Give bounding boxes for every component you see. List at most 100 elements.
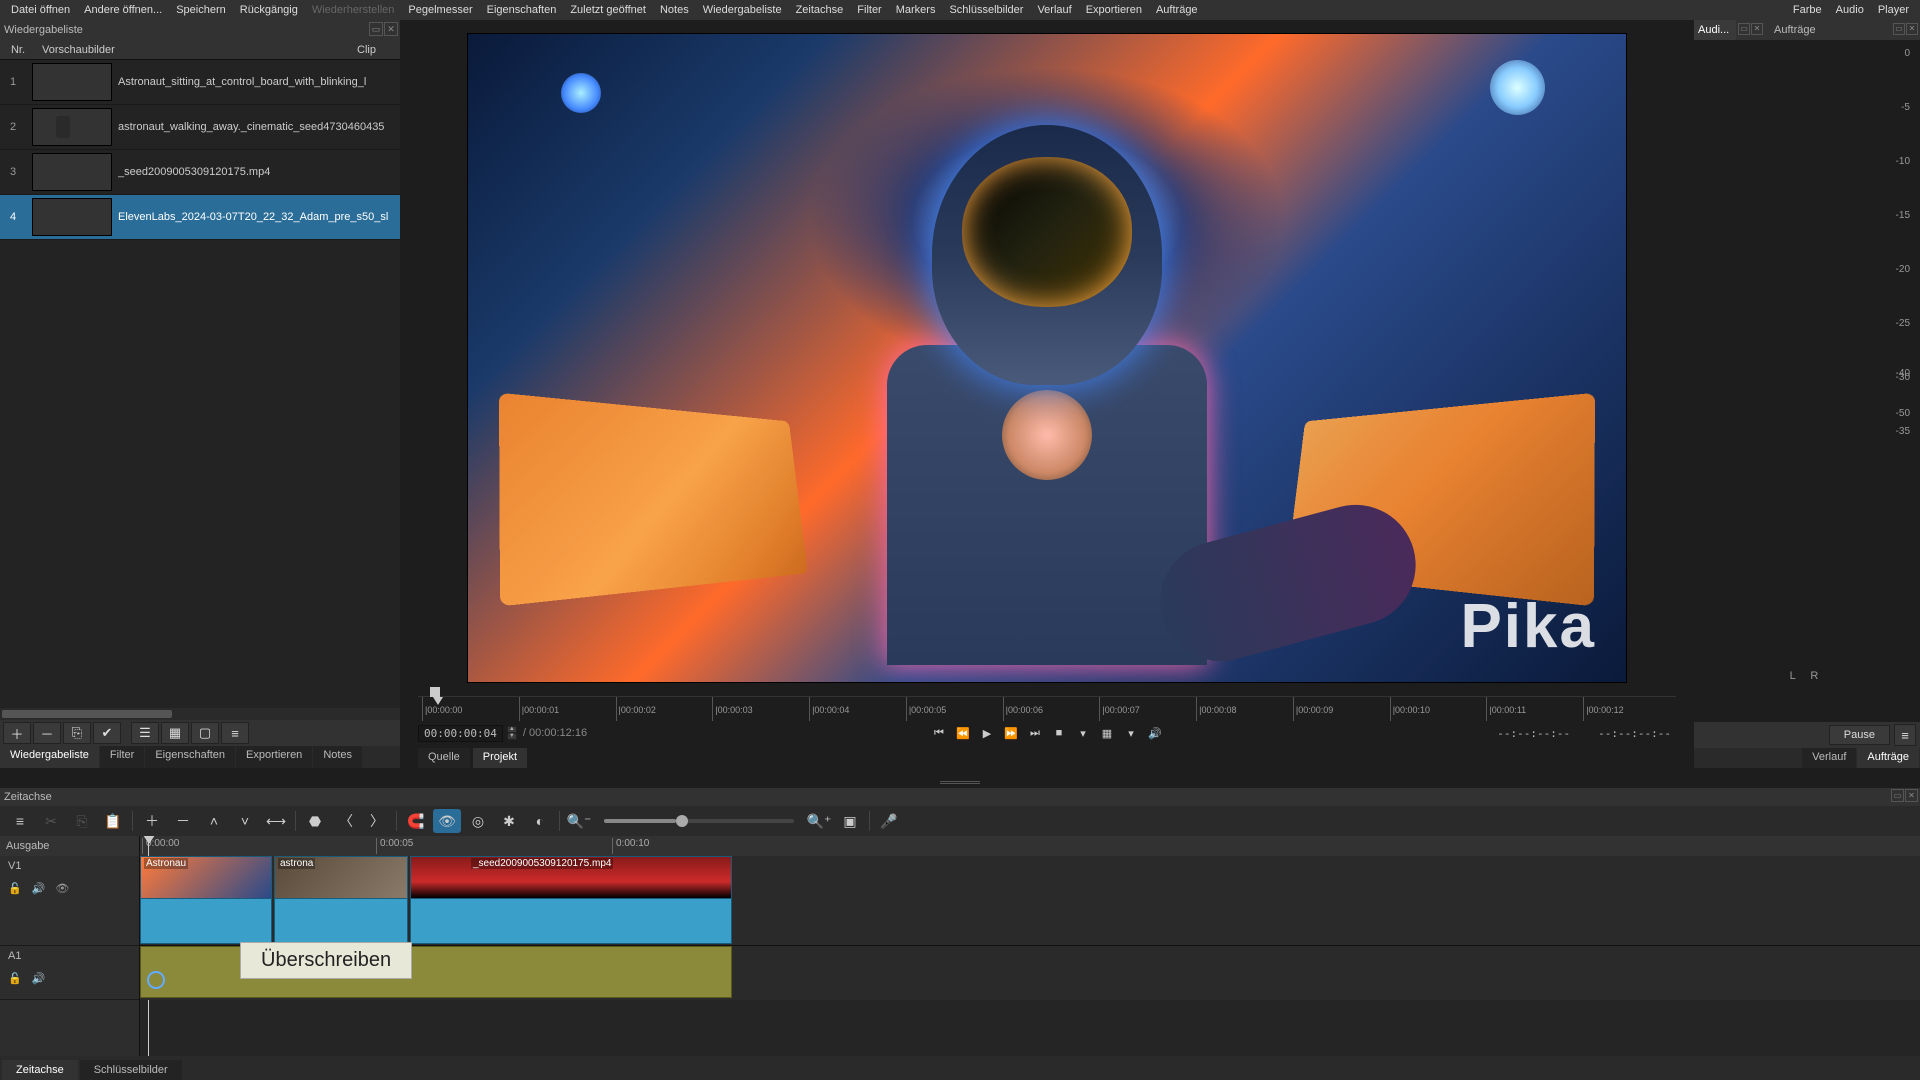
menu-properties[interactable]: Eigenschaften (480, 0, 564, 20)
ripple-icon[interactable]: ◎ (464, 809, 492, 833)
panel-resize-grip[interactable] (940, 780, 980, 786)
split-icon[interactable]: ⟷ (262, 809, 290, 833)
volume-icon[interactable]: 🔊 (1146, 724, 1164, 742)
menu-history[interactable]: Verlauf (1030, 0, 1078, 20)
track-mute-icon[interactable]: 🔊 (32, 972, 46, 985)
playlist-add-button[interactable]: ＋ (3, 722, 31, 744)
jobs-menu-icon[interactable]: ≡ (1894, 724, 1916, 746)
overwrite-icon[interactable]: ˅ (231, 809, 259, 833)
playlist-row[interactable]: 2 astronaut_walking_away._cinematic_seed… (0, 105, 400, 150)
tab-export[interactable]: Exportieren (236, 746, 312, 768)
tab-notes[interactable]: Notes (313, 746, 362, 768)
tab-jobs[interactable]: Aufträge (1770, 20, 1820, 40)
tab-history[interactable]: Verlauf (1802, 748, 1856, 768)
menu-recent[interactable]: Zuletzt geöffnet (563, 0, 653, 20)
prev-marker-icon[interactable]: 〈 (332, 809, 360, 833)
append-icon[interactable]: ＋ (138, 809, 166, 833)
dropdown-icon[interactable]: ▾ (1074, 724, 1092, 742)
track-mute-icon[interactable]: 🔊 (32, 882, 46, 895)
record-audio-icon[interactable]: 🎤 (875, 809, 903, 833)
playlist-row[interactable]: 4 ElevenLabs_2024-03-07T20_22_32_Adam_pr… (0, 195, 400, 240)
timeline-ruler[interactable]: 0:00:00 0:00:05 0:00:10 (140, 836, 1920, 856)
ripple-all-icon[interactable]: ✱ (495, 809, 523, 833)
track-hide-icon[interactable]: 👁 (55, 882, 69, 895)
tab-playlist[interactable]: Wiedergabeliste (0, 746, 99, 768)
zoom-slider[interactable] (604, 819, 794, 823)
audio-track-a1[interactable]: Überschreiben (140, 946, 1920, 1000)
playlist-check-button[interactable]: ✔ (93, 722, 121, 744)
tab-keyframes-bottom[interactable]: Schlüsselbilder (80, 1060, 182, 1080)
menu-notes[interactable]: Notes (653, 0, 696, 20)
scrubber-playhead[interactable] (430, 687, 440, 697)
playlist-copy-button[interactable]: ⎘ (63, 722, 91, 744)
timeline-undock-icon[interactable]: ▭ (1891, 789, 1904, 802)
track-lock-icon[interactable]: 🔓 (8, 882, 22, 895)
menu-color[interactable]: Farbe (1786, 0, 1829, 20)
timeline-clip[interactable]: _seed2009005309120175.mp4 (410, 856, 732, 944)
timeline-clip[interactable]: Astronau (140, 856, 272, 944)
menu-peakmeter[interactable]: Pegelmesser (401, 0, 479, 20)
timeline-audio-clip[interactable] (140, 946, 732, 998)
playlist-view-grid-icon[interactable]: ▦ (161, 722, 189, 744)
tab-source[interactable]: Quelle (418, 748, 470, 768)
menu-redo[interactable]: Wiederherstellen (305, 0, 402, 20)
timecode-current[interactable]: 00:00:00:04 (418, 725, 503, 742)
playlist-view-tiles-icon[interactable]: ▢ (191, 722, 219, 744)
remove-icon[interactable]: － (169, 809, 197, 833)
skip-start-icon[interactable]: ⏮ (930, 724, 948, 742)
playlist-row[interactable]: 3 _seed2009005309120175.mp4 (0, 150, 400, 195)
playlist-row[interactable]: 1 Astronaut_sitting_at_control_board_wit… (0, 60, 400, 105)
stop-icon[interactable]: ■ (1050, 724, 1068, 742)
fastfwd-icon[interactable]: ⏩ (1002, 724, 1020, 742)
rewind-icon[interactable]: ⏪ (954, 724, 972, 742)
timeline-close-icon[interactable]: ✕ (1905, 789, 1918, 802)
audio-close-icon[interactable]: ✕ (1751, 23, 1763, 35)
col-thumb[interactable]: Vorschaubilder (36, 44, 122, 56)
lift-icon[interactable]: ˄ (200, 809, 228, 833)
tab-properties[interactable]: Eigenschaften (145, 746, 235, 768)
tab-timeline-bottom[interactable]: Zeitachse (2, 1060, 78, 1080)
jobs-close-icon[interactable]: ✕ (1906, 23, 1918, 35)
audio-undock-icon[interactable]: ▭ (1738, 23, 1750, 35)
col-nr[interactable]: Nr. (0, 44, 36, 56)
cut-icon[interactable]: ✂ (37, 809, 65, 833)
tab-project[interactable]: Projekt (473, 748, 527, 768)
track-body[interactable]: 0:00:00 0:00:05 0:00:10 Astronau astrona… (140, 836, 1920, 1056)
menu-file-open[interactable]: Datei öffnen (4, 0, 77, 20)
menu-audio[interactable]: Audio (1829, 0, 1871, 20)
play-icon[interactable]: ▶ (978, 724, 996, 742)
pause-button[interactable]: Pause (1829, 725, 1890, 745)
track-lock-icon[interactable]: 🔓 (8, 972, 22, 985)
paste-icon[interactable]: 📋 (99, 809, 127, 833)
menu-filter[interactable]: Filter (850, 0, 888, 20)
menu-save[interactable]: Speichern (169, 0, 233, 20)
playlist-view-detail-icon[interactable]: ≡ (221, 722, 249, 744)
next-marker-icon[interactable]: 〉 (363, 809, 391, 833)
zoom-in-icon[interactable]: 🔍⁺ (805, 809, 833, 833)
preview-scrubber[interactable]: |00:00:00|00:00:01|00:00:02|00:00:03|00:… (418, 696, 1676, 720)
video-track-v1[interactable]: Astronau astrona _seed2009005309120175.m… (140, 856, 1920, 946)
scrub-icon[interactable]: 👁 (433, 809, 461, 833)
snap-icon[interactable]: 🧲 (402, 809, 430, 833)
track-head-v1[interactable]: V1 🔓 🔊 👁 (0, 856, 139, 946)
timeline-clip[interactable]: astrona (274, 856, 408, 944)
menu-export[interactable]: Exportieren (1079, 0, 1149, 20)
menu-timeline[interactable]: Zeitachse (789, 0, 851, 20)
zoom-fit-icon[interactable]: ▣ (836, 809, 864, 833)
menu-open-other[interactable]: Andere öffnen... (77, 0, 169, 20)
tab-jobs-bottom[interactable]: Aufträge (1857, 748, 1919, 768)
menu-keyframes[interactable]: Schlüsselbilder (942, 0, 1030, 20)
playlist-undock-icon[interactable]: ▭ (369, 22, 383, 36)
skip-end-icon[interactable]: ⏭ (1026, 724, 1044, 742)
marker-icon[interactable]: ⬣ (301, 809, 329, 833)
timecode-stepper[interactable]: ▲▼ (507, 726, 517, 740)
playlist-close-icon[interactable]: ✕ (384, 22, 398, 36)
video-preview[interactable]: Pika (467, 33, 1627, 683)
dropdown2-icon[interactable]: ▾ (1122, 724, 1140, 742)
ripple-markers-icon[interactable]: ◐ (526, 809, 554, 833)
tab-audio-meter[interactable]: Audi... (1694, 20, 1736, 40)
menu-playlist[interactable]: Wiedergabeliste (696, 0, 789, 20)
timeline-menu-icon[interactable]: ≡ (6, 809, 34, 833)
playlist-view-list-icon[interactable]: ☰ (131, 722, 159, 744)
zoom-out-icon[interactable]: 🔍⁻ (565, 809, 593, 833)
